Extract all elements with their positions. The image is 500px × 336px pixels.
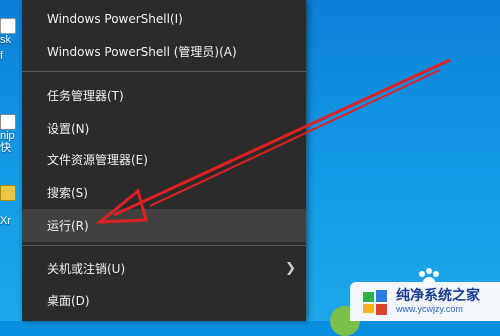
menu-item-label: 关机或注销(U) (47, 262, 126, 276)
menu-item-powershell-admin[interactable]: Windows PowerShell (管理员)(A) (22, 35, 306, 68)
menu-item-search[interactable]: 搜索(S) (22, 176, 306, 209)
menu-item-desktop[interactable]: 桌面(D) (22, 284, 306, 317)
menu-item-run[interactable]: 运行(R) (22, 209, 306, 242)
menu-item-file-explorer[interactable]: 文件资源管理器(E) (22, 143, 306, 176)
menu-separator (22, 71, 306, 72)
menu-item-label: 文件资源管理器(E) (47, 153, 148, 167)
desktop-icon-label: Xr (0, 215, 11, 227)
desktop-icon-3[interactable]: nip (0, 114, 20, 143)
menu-item-label: Windows PowerShell (管理员)(A) (47, 45, 237, 59)
menu-item-label: 运行(R) (47, 219, 89, 233)
desktop-icon-label: 快 (0, 142, 11, 154)
menu-separator (22, 245, 306, 246)
menu-item-shutdown[interactable]: 关机或注销(U) ❯ (22, 252, 306, 285)
app-icon (0, 114, 16, 130)
desktop-icon-5[interactable]: Xr (0, 185, 20, 228)
app-icon (0, 185, 16, 201)
desktop-icon-4[interactable]: 快 (0, 142, 20, 155)
menu-item-task-manager[interactable]: 任务管理器(T) (22, 79, 306, 112)
menu-item-label: 设置(N) (47, 122, 90, 136)
menu-item-powershell[interactable]: Windows PowerShell(I) (22, 2, 306, 35)
desktop-icons: sk f nip 快 Xr (0, 0, 22, 321)
menu-item-label: 任务管理器(T) (47, 89, 124, 103)
menu-item-label: 搜索(S) (47, 186, 88, 200)
chevron-right-icon: ❯ (285, 261, 296, 276)
desktop-icon-label: sk (0, 34, 11, 46)
watermark-title: 纯净系统之家 (396, 288, 480, 304)
app-icon (0, 18, 16, 34)
watermark-url: www.ycwjzy.com (396, 304, 463, 314)
menu-item-label: Windows PowerShell(I) (47, 11, 183, 26)
winx-context-menu: Windows PowerShell(I) Windows PowerShell… (22, 0, 306, 321)
desktop-icon-label: f (0, 50, 4, 62)
menu-item-label: 桌面(D) (47, 294, 90, 308)
desktop-icon-1[interactable]: sk (0, 18, 20, 47)
watermark-logo: 纯净系统之家 www.ycwjzy.com (350, 282, 500, 321)
menu-item-settings[interactable]: 设置(N) (22, 112, 306, 145)
windows-logo-icon (363, 289, 387, 315)
desktop-icon-2[interactable]: f (0, 50, 20, 63)
